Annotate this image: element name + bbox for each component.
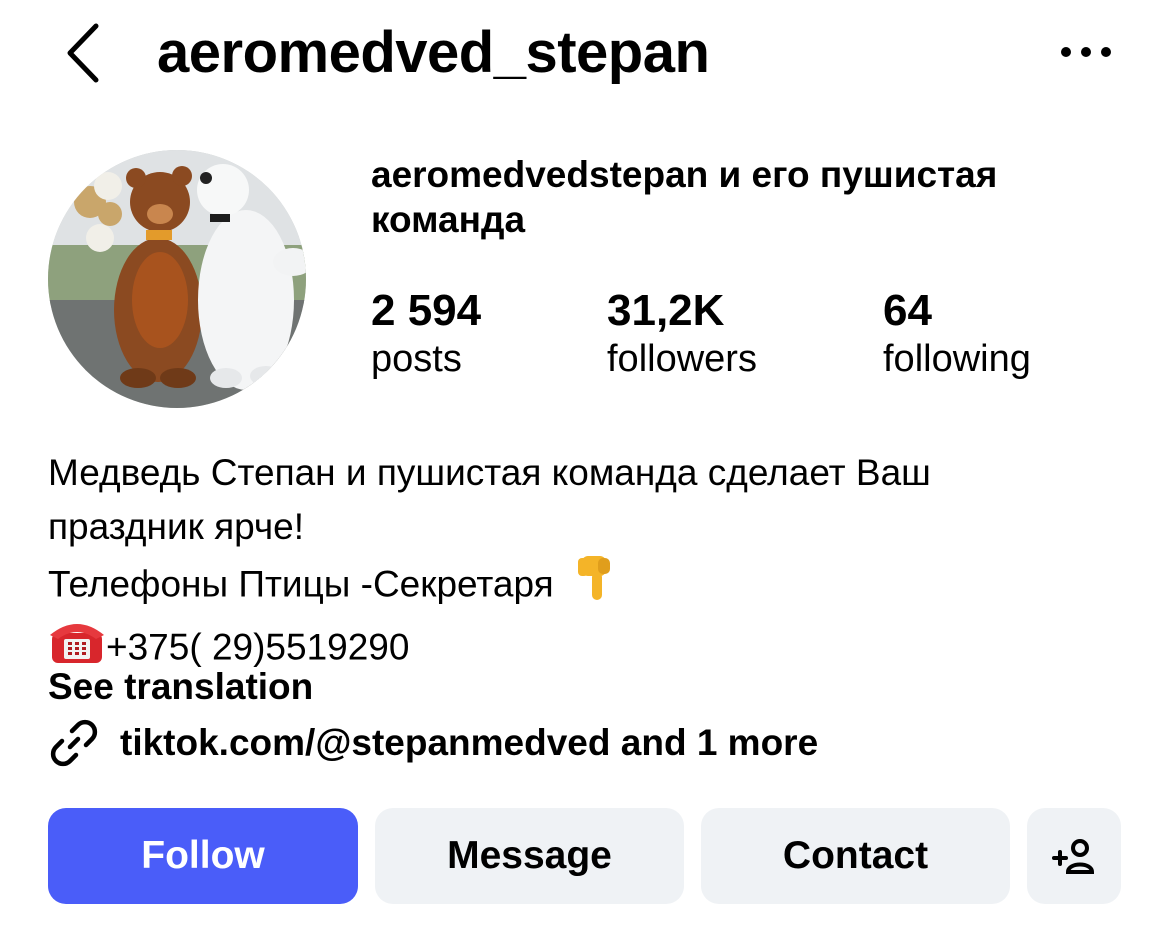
profile-bio: Медведь Степан и пушистая команда сделае… (48, 446, 1138, 680)
followers-count: 31,2K (607, 286, 725, 335)
profile-username: aeromedved_stepan (157, 20, 710, 85)
chevron-left-icon (67, 23, 99, 83)
stat-followers[interactable]: 31,2K followers (607, 285, 757, 385)
pointing-down-hand-emoji (574, 554, 614, 619)
link-icon (50, 719, 98, 767)
posts-label: posts (371, 338, 462, 380)
more-options-button[interactable] (1058, 42, 1114, 62)
add-person-icon (1052, 839, 1095, 874)
stat-following[interactable]: 64 following (883, 285, 1031, 385)
bio-line-1: Медведь Степан и пушистая команда сделае… (48, 452, 931, 493)
profile-full-name: aeromedvedstepan и его пушистая команда (371, 154, 998, 240)
bio-line-3-row: Телефоны Птицы -Секретаря (48, 554, 1138, 619)
stat-posts[interactable]: 2 594 posts (371, 285, 481, 385)
contact-button[interactable]: Contact (701, 808, 1010, 904)
message-button[interactable]: Message (375, 808, 684, 904)
bio-line-3: Телефоны Птицы -Секретаря (48, 563, 554, 605)
followers-label: followers (607, 338, 757, 380)
following-label: following (883, 338, 1031, 380)
add-person-button[interactable] (1027, 808, 1121, 904)
follow-button[interactable]: Follow (48, 808, 358, 904)
see-translation-link[interactable]: See translation (48, 660, 313, 714)
profile-avatar[interactable] (48, 150, 306, 408)
more-horizontal-icon (1061, 47, 1111, 57)
back-button[interactable] (58, 20, 108, 86)
link-text: tiktok.com/@stepanmedved and 1 more (120, 722, 819, 763)
external-link[interactable]: tiktok.com/@stepanmedved and 1 more (48, 716, 818, 770)
avatar-image (48, 150, 306, 408)
bio-line-2: праздник ярче! (48, 506, 305, 547)
top-header: aeromedved_stepan (0, 0, 1170, 110)
posts-count: 2 594 (371, 286, 482, 335)
following-count: 64 (883, 286, 932, 335)
